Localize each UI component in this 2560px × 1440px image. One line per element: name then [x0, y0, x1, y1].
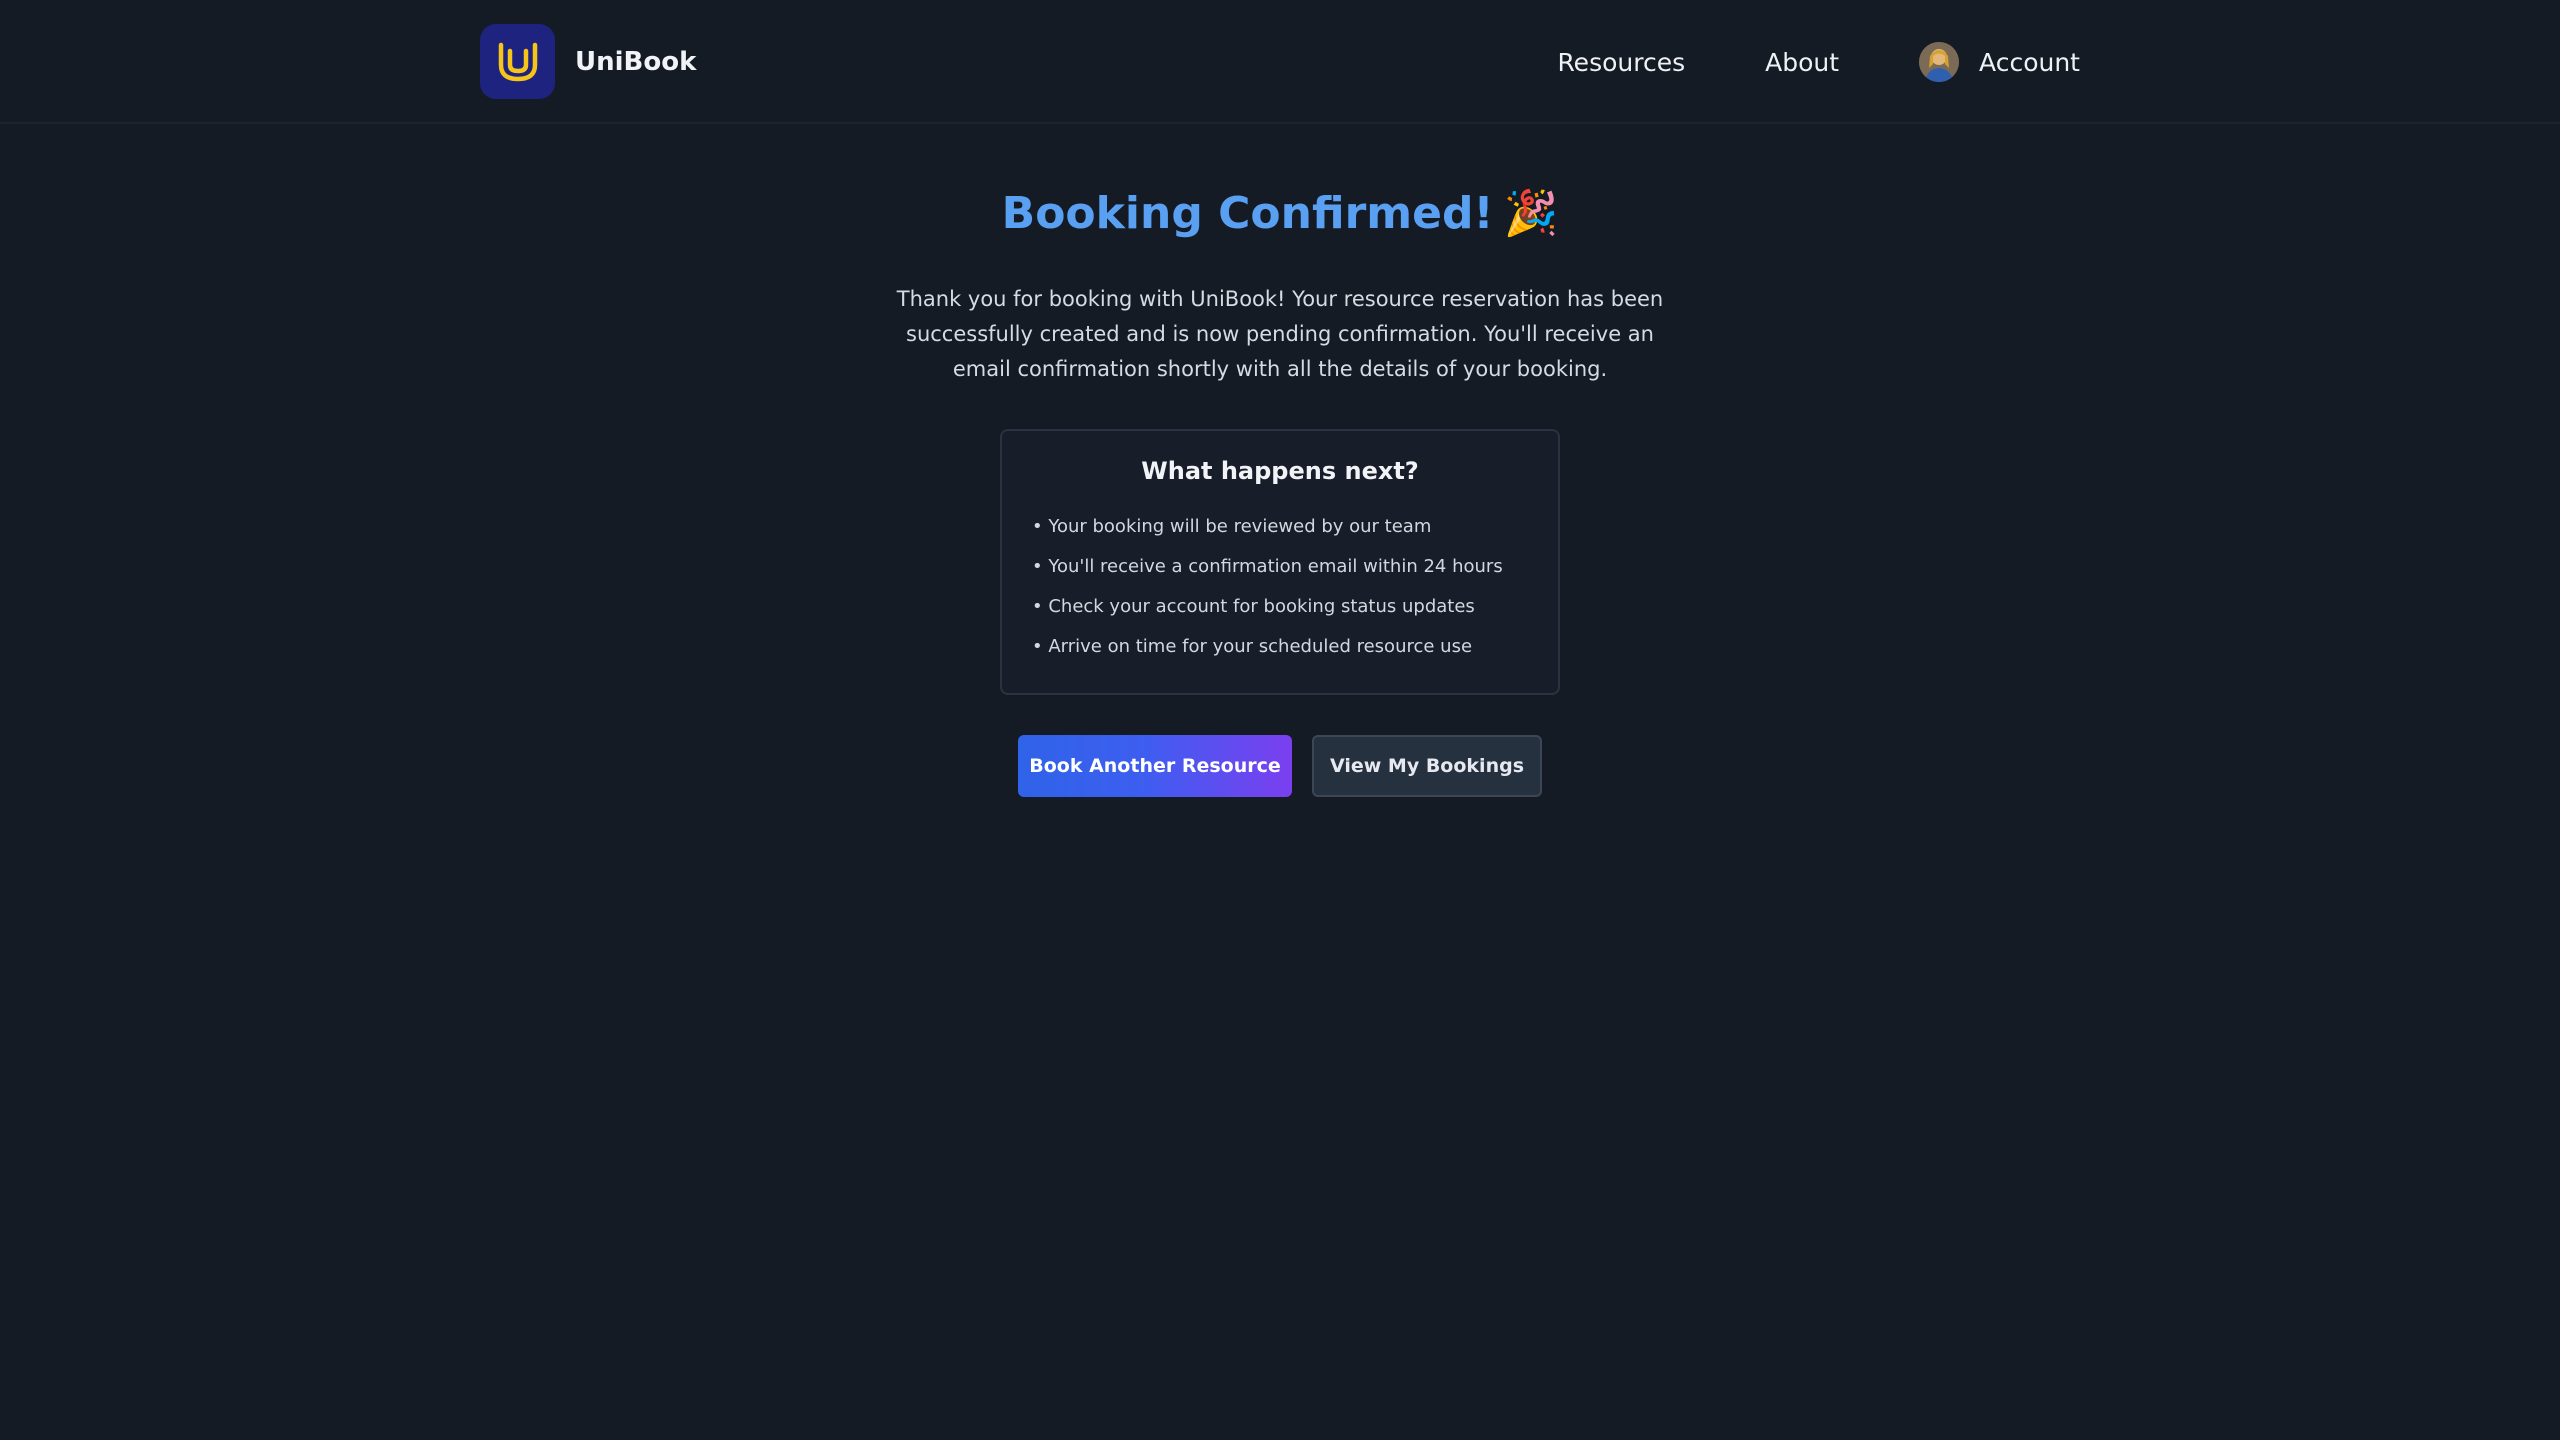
confirmation-message: Thank you for booking with UniBook! Your… — [896, 287, 1664, 381]
avatar — [1919, 42, 1960, 82]
nav-link-about[interactable]: About — [1765, 48, 1839, 77]
nav-link-resources[interactable]: Resources — [1557, 48, 1685, 77]
list-item: • You'll receive a confirmation email wi… — [1032, 556, 1503, 577]
brand-name: UniBook — [575, 46, 697, 77]
title-text: Booking Confirmed! — [1001, 188, 1494, 239]
unibook-logo-icon — [480, 24, 555, 99]
confirmation-content: Booking Confirmed! 🎉 Thank you for bookin… — [0, 124, 2560, 797]
nav-account-link[interactable]: Account — [1919, 42, 2080, 82]
page-title: Booking Confirmed! 🎉 — [0, 182, 2560, 246]
list-item: • Check your account for booking status … — [1032, 596, 1475, 617]
brand-home-link[interactable]: UniBook — [480, 24, 696, 99]
action-buttons: Book Another Resource View My Bookings — [0, 735, 2560, 797]
nav-menu: Resources About Account — [1557, 38, 2080, 86]
list-item: • Arrive on time for your scheduled reso… — [1032, 636, 1473, 657]
party-popper-icon: 🎉 — [1503, 188, 1559, 239]
list-item: • Your booking will be reviewed by our t… — [1032, 516, 1432, 537]
next-steps-card: What happens next? • Your booking will b… — [1000, 429, 1560, 695]
next-steps-list: • Your booking will be reviewed by our t… — [1032, 507, 1528, 667]
top-navbar: UniBook Resources About Account — [0, 0, 2560, 124]
book-another-resource-button[interactable]: Book Another Resource — [1018, 735, 1292, 797]
next-steps-title: What happens next? — [1141, 457, 1419, 485]
account-label: Account — [1979, 47, 2080, 77]
view-my-bookings-button[interactable]: View My Bookings — [1312, 735, 1542, 797]
